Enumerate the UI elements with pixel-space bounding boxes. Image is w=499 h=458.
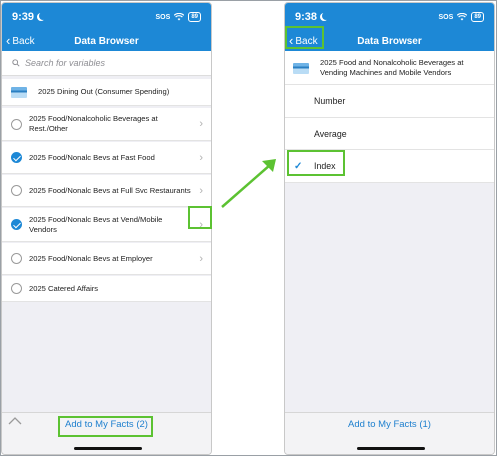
status-bar: 9:39 SOS 89 <box>2 3 211 31</box>
status-time: 9:39 <box>12 11 35 23</box>
highlight-chevron-box <box>188 206 212 229</box>
radio-checked-icon[interactable] <box>11 219 22 230</box>
battery-indicator: 89 <box>471 12 484 22</box>
radio-checked-icon[interactable] <box>11 152 22 163</box>
nav-bar: ‹ Back Data Browser <box>2 31 211 51</box>
carrier-text: SOS <box>155 13 171 21</box>
status-time: 9:38 <box>295 11 318 23</box>
highlight-back-box <box>285 26 324 49</box>
option-number[interactable]: Number <box>285 85 494 118</box>
wifi-icon <box>457 13 468 21</box>
list-item[interactable]: 2025 Catered Affairs <box>2 276 211 302</box>
list-item[interactable]: 2025 Food/Nonalc Bevs at Employer › <box>2 243 211 275</box>
wifi-icon <box>174 13 185 21</box>
highlight-add-button-box <box>58 416 153 437</box>
left-phone-screen: 9:39 SOS 89 ‹ Back Data Browser Search f… <box>1 2 212 455</box>
list-item[interactable]: 2025 Food/Nonalc Bevs at Vend/Mobile Ven… <box>2 208 211 242</box>
battery-indicator: 89 <box>188 12 201 22</box>
search-input[interactable]: Search for variables <box>2 51 211 76</box>
option-average[interactable]: Average <box>285 118 494 150</box>
category-label: 2025 Food and Nonalcoholic Beverages at … <box>320 57 464 77</box>
variable-list: Search for variables 2025 Dining Out (Co… <box>2 51 211 454</box>
list-item[interactable]: 2025 Food/Nonalc Bevs at Fast Food › <box>2 142 211 174</box>
home-indicator <box>74 447 142 450</box>
measure-list: 2025 Food and Nonalcoholic Beverages at … <box>285 51 494 454</box>
category-label: 2025 Dining Out (Consumer Spending) <box>38 87 170 96</box>
list-item[interactable]: 2025 Food/Nonalcoholic Beverages at Rest… <box>2 108 211 141</box>
back-button[interactable]: ‹ Back <box>6 33 35 49</box>
moon-icon <box>39 12 47 20</box>
chevron-right-icon[interactable]: › <box>199 253 203 265</box>
chevron-right-icon[interactable]: › <box>199 118 203 130</box>
item-label: 2025 Food/Nonalc Bevs at Employer <box>29 253 153 263</box>
back-label: Back <box>12 35 35 47</box>
card-icon <box>11 86 27 98</box>
card-icon <box>293 63 309 74</box>
home-indicator <box>357 447 425 450</box>
radio-unchecked-icon[interactable] <box>11 118 22 130</box>
page-title: Data Browser <box>357 35 422 47</box>
chevron-right-icon[interactable]: › <box>199 185 203 197</box>
item-label: 2025 Food/Nonalc Bevs at Fast Food <box>29 152 155 162</box>
radio-unchecked-icon[interactable] <box>11 185 22 196</box>
item-label: 2025 Catered Affairs <box>29 283 99 293</box>
highlight-index-box <box>287 150 345 176</box>
page-title: Data Browser <box>74 35 139 47</box>
category-header: 2025 Dining Out (Consumer Spending) <box>2 79 211 106</box>
option-label: Number <box>314 96 346 106</box>
category-header: 2025 Food and Nonalcoholic Beverages at … <box>285 51 494 85</box>
carrier-text: SOS <box>438 13 454 21</box>
right-phone-screen: 9:38 SOS 89 ‹ Back Data Browser 2025 Foo… <box>284 2 495 455</box>
moon-icon <box>322 12 330 20</box>
search-icon <box>12 59 20 67</box>
add-to-my-facts-button[interactable]: Add to My Facts (1) <box>285 419 494 430</box>
radio-unchecked-icon[interactable] <box>11 253 22 264</box>
item-label: 2025 Food/Nonalc Bevs at Vend/Mobile Ven… <box>29 214 163 234</box>
item-label: 2025 Food/Nonalc Bevs at Full Svc Restau… <box>29 185 191 195</box>
list-item[interactable]: 2025 Food/Nonalc Bevs at Full Svc Restau… <box>2 175 211 207</box>
radio-unchecked-icon[interactable] <box>11 283 22 294</box>
chevron-right-icon[interactable]: › <box>199 152 203 164</box>
flow-arrow <box>221 159 276 208</box>
bottom-bar: Add to My Facts (1) <box>285 412 494 454</box>
item-label: 2025 Food/Nonalcoholic Beverages at Rest… <box>29 114 158 133</box>
search-placeholder: Search for variables <box>25 58 106 68</box>
option-label: Average <box>314 128 347 139</box>
chevron-left-icon: ‹ <box>6 33 11 48</box>
